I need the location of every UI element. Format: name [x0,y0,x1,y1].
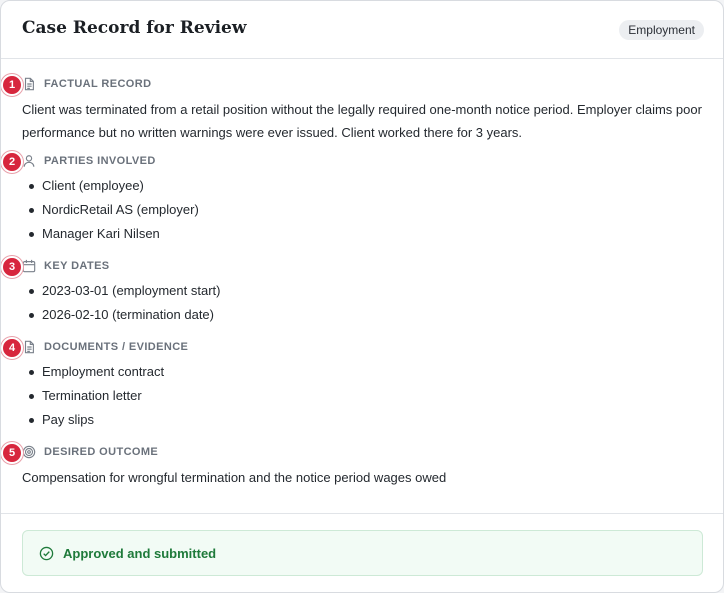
desired-outcome-text: Compensation for wrongful termination an… [22,470,447,485]
section-heading-label: KEY DATES [44,260,110,272]
section-number-marker: 1 [1,74,23,96]
section-key-dates: 3 KEY DATES 2023-03-01 (employment start… [1,246,703,327]
list-item: Termination letter [22,384,703,408]
list-item: 2023-03-01 (employment start) [22,279,703,303]
section-number-marker: 2 [1,151,23,173]
document-icon [22,77,36,91]
card-header: Case Record for Review Employment [1,1,723,59]
category-badge: Employment [619,20,704,40]
approval-status-banner: Approved and submitted [22,530,703,576]
card-title: Case Record for Review [22,18,247,38]
document-icon [22,340,36,354]
section-heading: DOCUMENTS / EVIDENCE [22,337,703,357]
section-heading-label: PARTIES INVOLVED [44,155,156,167]
card-footer: Approved and submitted [1,513,723,592]
section-number-marker: 5 [1,442,23,464]
list-item: Client (employee) [22,174,703,198]
person-icon [22,154,36,168]
list-item: Pay slips [22,408,703,432]
factual-record-text: Client was terminated from a retail posi… [22,102,702,140]
section-factual-record: 1 FACTUAL RECORD Client was terminated f… [1,59,703,144]
calendar-icon [22,259,36,273]
section-heading-label: DOCUMENTS / EVIDENCE [44,341,189,353]
parties-list: Client (employee) NordicRetail AS (emplo… [22,174,703,246]
approval-status-text: Approved and submitted [63,545,217,561]
section-parties-involved: 2 PARTIES INVOLVED Client (employee) Nor… [1,144,703,246]
section-heading: PARTIES INVOLVED [22,151,703,171]
list-item: 2026-02-10 (termination date) [22,303,703,327]
section-number-marker: 3 [1,256,23,278]
section-desired-outcome: 5 DESIRED OUTCOME Compensation for wrong… [1,432,703,489]
case-record-card: Case Record for Review Employment 1 FACT… [0,0,724,593]
section-documents-evidence: 4 DOCUMENTS / EVIDENCE Employment contra… [1,327,703,432]
target-icon [22,445,36,459]
section-heading-label: DESIRED OUTCOME [44,446,159,458]
section-heading: DESIRED OUTCOME [22,442,703,462]
list-item: Manager Kari Nilsen [22,222,703,246]
section-heading: FACTUAL RECORD [22,74,703,94]
section-heading-label: FACTUAL RECORD [44,78,152,90]
section-number-marker: 4 [1,337,23,359]
list-item: Employment contract [22,360,703,384]
list-item: NordicRetail AS (employer) [22,198,703,222]
check-circle-icon [39,546,54,561]
section-heading: KEY DATES [22,256,703,276]
card-body: 1 FACTUAL RECORD Client was terminated f… [1,59,723,489]
documents-list: Employment contract Termination letter P… [22,360,703,432]
key-dates-list: 2023-03-01 (employment start) 2026-02-10… [22,279,703,327]
